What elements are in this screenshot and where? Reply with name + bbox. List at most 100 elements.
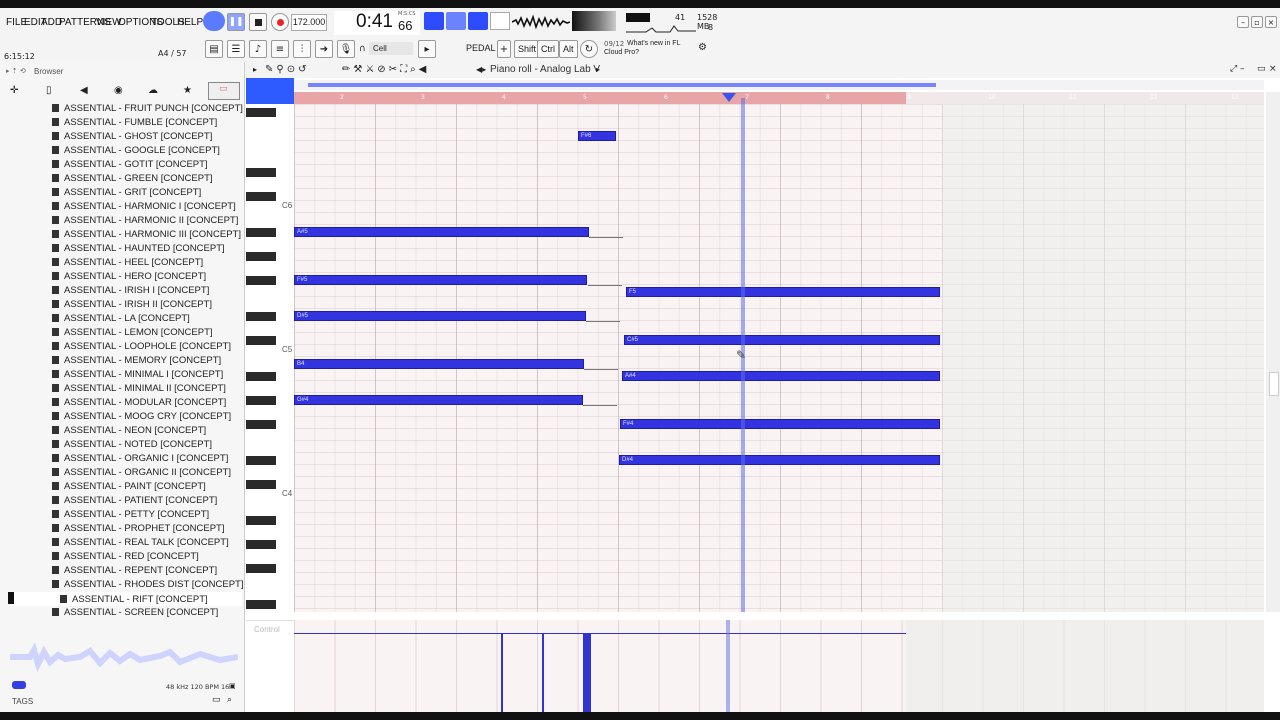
note[interactable]: D#4 — [619, 455, 940, 465]
black-key[interactable] — [246, 600, 276, 609]
news-settings-icon[interactable]: ⚙ — [698, 42, 707, 53]
piano-roll-title[interactable]: Piano roll - Analog Lab V — [490, 64, 600, 75]
tempo-display[interactable]: 172.000 — [291, 14, 327, 31]
browser-item[interactable]: ASSENTIAL - HERO [CONCEPT] — [52, 270, 242, 284]
browser-item[interactable]: ASSENTIAL - HARMONIC I [CONCEPT] — [52, 200, 242, 214]
black-key[interactable] — [246, 252, 276, 261]
piano-roll-tool-icons[interactable]: ✎⚲⊙↺ — [265, 64, 309, 75]
browser-item[interactable]: ASSENTIAL - GREEN [CONCEPT] — [52, 172, 242, 186]
browser-item[interactable]: ASSENTIAL - LA [CONCEPT] — [52, 312, 242, 326]
note[interactable]: C#5 — [624, 335, 940, 345]
pause-button[interactable]: ❚❚ — [227, 13, 245, 31]
time-display[interactable]: 0:41 M:S:CS 66 — [334, 11, 420, 35]
star-tab-icon[interactable]: ★ — [183, 85, 192, 96]
browser-item[interactable]: ASSENTIAL - IRISH II [CONCEPT] — [52, 298, 242, 312]
record-button[interactable] — [271, 13, 289, 31]
browser-item[interactable]: ASSENTIAL - GRIT [CONCEPT] — [52, 186, 242, 200]
folder-icon[interactable]: ▭ — [212, 695, 221, 705]
note[interactable]: F#5 — [294, 275, 587, 285]
browser-item[interactable]: ASSENTIAL - REPENT [CONCEPT] — [52, 564, 242, 578]
browser-item[interactable]: ASSENTIAL - GOTIT [CONCEPT] — [52, 158, 242, 172]
tag-tab-button[interactable]: ▭ — [208, 82, 240, 100]
browser-item[interactable]: ASSENTIAL - HAUNTED [CONCEPT] — [52, 242, 242, 256]
black-key[interactable] — [246, 228, 276, 237]
typing-keyboard-button[interactable] — [490, 12, 510, 30]
browser-item[interactable]: ASSENTIAL - MINIMAL II [CONCEPT] — [52, 382, 242, 396]
black-key[interactable] — [246, 168, 276, 177]
black-key[interactable] — [246, 336, 276, 345]
browser-item[interactable]: ASSENTIAL - PROPHET [CONCEPT] — [52, 522, 242, 536]
browser-item[interactable]: ASSENTIAL - PATIENT [CONCEPT] — [52, 494, 242, 508]
search-icon[interactable]: ⌕ — [227, 695, 232, 705]
pr-detach-icon[interactable]: ▭ — [1257, 64, 1266, 74]
black-key[interactable] — [246, 372, 276, 381]
scroll-thumb[interactable] — [308, 83, 936, 87]
browser-item[interactable]: ASSENTIAL - SCREEN [CONCEPT] — [52, 606, 242, 620]
mic-button[interactable]: 🎙 — [337, 40, 355, 58]
browser-item[interactable]: ASSENTIAL - PAINT [CONCEPT] — [52, 480, 242, 494]
preview-play-button[interactable] — [12, 681, 26, 689]
browser-item[interactable]: ASSENTIAL - FRUIT PUNCH [CONCEPT] — [52, 102, 243, 116]
speaker-tab-icon[interactable]: ◀ — [80, 85, 88, 96]
close-button[interactable]: × — [1265, 16, 1277, 28]
loop-selection[interactable] — [294, 92, 906, 104]
black-key[interactable] — [246, 516, 276, 525]
playhead-marker-icon[interactable] — [722, 93, 736, 103]
news-button[interactable]: ↻ — [580, 40, 598, 58]
browser-item[interactable]: ASSENTIAL - MOOG CRY [CONCEPT] — [52, 410, 242, 424]
browser-item[interactable]: ASSENTIAL - RHODES DIST [CONCEPT] — [52, 578, 243, 592]
browser-item[interactable]: ASSENTIAL - RIFT [CONCEPT] — [8, 592, 242, 606]
maximize-button[interactable]: ▫ — [1251, 16, 1263, 28]
browser-item[interactable]: ASSENTIAL - RED [CONCEPT] — [52, 550, 242, 564]
browser-item[interactable]: ASSENTIAL - MODULAR [CONCEPT] — [52, 396, 242, 410]
ctrl-button[interactable]: Ctrl — [537, 40, 559, 58]
window-tools-icon[interactable]: ⤢ – — [1230, 64, 1245, 74]
note[interactable]: G#4 — [294, 395, 583, 405]
alt-button[interactable]: Alt — [559, 40, 578, 58]
note[interactable]: F#6 — [578, 131, 616, 141]
black-key[interactable] — [246, 312, 276, 321]
title-dropdown-icon[interactable]: ▸ — [596, 65, 600, 74]
control-event[interactable] — [501, 633, 503, 712]
browser-item[interactable]: ASSENTIAL - LEMON [CONCEPT] — [52, 326, 242, 340]
black-key[interactable] — [246, 192, 276, 201]
browser-item[interactable]: ASSENTIAL - REAL TALK [CONCEPT] — [52, 536, 242, 550]
tags-label[interactable]: TAGS — [12, 697, 33, 706]
wait-for-input-button[interactable] — [446, 12, 466, 30]
edit-tool-icons[interactable]: ✏⚒⚔⊘✂⛶⌕◀ — [342, 64, 429, 75]
piano-keyboard[interactable] — [246, 104, 295, 612]
note[interactable]: F#4 — [620, 419, 940, 429]
black-key[interactable] — [246, 396, 276, 405]
minimize-button[interactable]: – — [1237, 16, 1249, 28]
browser-item[interactable]: ASSENTIAL - GHOST [CONCEPT] — [52, 130, 242, 144]
black-key[interactable] — [246, 108, 276, 117]
file-tab-icon[interactable]: ▯ — [46, 85, 52, 96]
browser-item[interactable]: ASSENTIAL - ORGANIC II [CONCEPT] — [52, 466, 242, 480]
browser-item[interactable]: ASSENTIAL - PETTY [CONCEPT] — [52, 508, 242, 522]
vertical-scrollbar[interactable] — [1266, 92, 1280, 612]
browser-item[interactable]: ASSENTIAL - LOOPHOLE [CONCEPT] — [52, 340, 242, 354]
note[interactable]: A#5 — [294, 227, 589, 237]
vertical-scroll-thumb[interactable] — [1269, 372, 1279, 396]
stop-button[interactable] — [249, 13, 267, 31]
black-key[interactable] — [246, 420, 276, 429]
black-key[interactable] — [246, 456, 276, 465]
browser-item[interactable]: ASSENTIAL - HARMONIC III [CONCEPT] — [52, 228, 242, 242]
black-key[interactable] — [246, 564, 276, 573]
playlist-button[interactable]: ▤ — [205, 40, 223, 58]
menu-help[interactable]: HELP — [177, 17, 203, 28]
sample-menu-icon[interactable]: ▣ — [229, 682, 236, 690]
note[interactable]: F5 — [626, 287, 940, 297]
all-tab-icon[interactable]: ✛ — [10, 85, 18, 96]
control-event[interactable] — [583, 633, 591, 712]
mixer-button[interactable]: ≡ — [271, 40, 289, 58]
pat-song-toggle[interactable] — [203, 11, 225, 31]
browser-item[interactable]: ASSENTIAL - NEON [CONCEPT] — [52, 424, 242, 438]
channel-rack-button[interactable]: ☰ — [227, 40, 245, 58]
pr-close-icon[interactable]: × — [1269, 64, 1277, 74]
browser-item[interactable]: ASSENTIAL - FUMBLE [CONCEPT] — [52, 116, 242, 130]
black-key[interactable] — [246, 480, 276, 489]
snap-selector[interactable]: Cell — [369, 42, 413, 55]
black-key[interactable] — [246, 276, 276, 285]
note[interactable]: D#5 — [294, 311, 586, 321]
